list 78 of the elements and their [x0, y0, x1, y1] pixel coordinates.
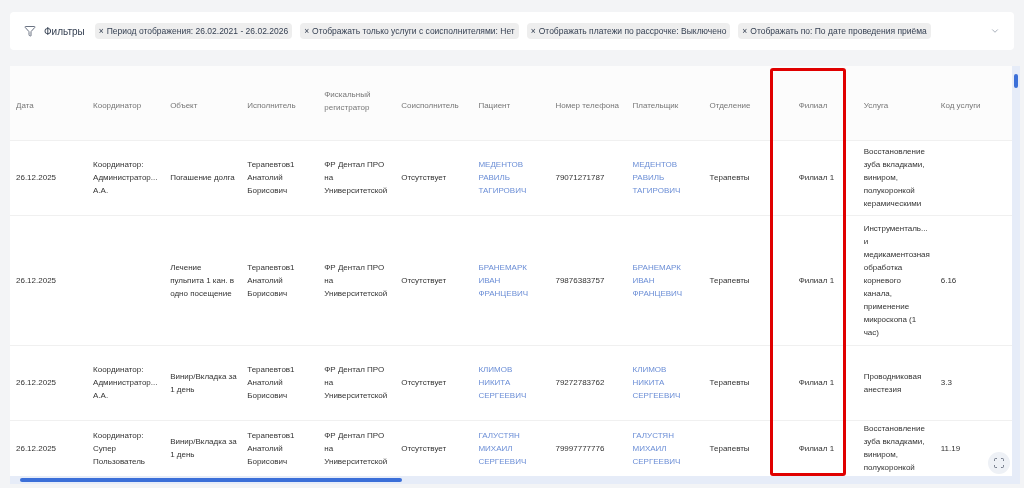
- column-header[interactable]: Отделение: [709, 98, 751, 112]
- table-cell-text: ФР Дентал ПРО на Университетской: [324, 429, 389, 468]
- filter-tag[interactable]: × Период отображения: 26.02.2021 - 26.02.2026: [94, 22, 293, 40]
- filter-tag[interactable]: × Отображать только услуги с соисполнителями: Нет: [300, 22, 519, 40]
- filter-tag[interactable]: × Отображать по: По дате проведения приёма: [738, 22, 931, 40]
- table-cell-text: Филиал 1: [797, 172, 836, 184]
- table-cell-text: Отсутствует: [401, 377, 448, 389]
- expand-chevron-icon[interactable]: [990, 26, 1000, 36]
- table-cell-text: ФР Дентал ПРО на Университетской: [324, 159, 389, 197]
- table-cell-text: Проводниковая анестезия: [863, 370, 923, 396]
- table-cell-text: Терапевты: [709, 172, 751, 184]
- remove-tag-icon[interactable]: ×: [742, 24, 748, 38]
- table-cell-text: 26.12.2025: [16, 377, 58, 389]
- table-cell-text: 26.12.2025: [16, 274, 58, 287]
- table-cell-text: 3.3: [940, 377, 953, 389]
- table-cell-text: Филиал 1: [797, 442, 836, 455]
- column-header[interactable]: Дата: [16, 98, 34, 112]
- person-link[interactable]: КЛИМОВ НИКИТА СЕРГЕЕВИЧ: [478, 363, 546, 402]
- table-cell-text: 26.12.2025: [16, 442, 58, 455]
- person-link[interactable]: ГАЛУСТЯН МИХАИЛ СЕРГЕЕВИЧ: [478, 428, 546, 468]
- column-header[interactable]: Объект: [170, 98, 198, 112]
- table-cell-text: Терапевтов1 Анатолий Борисович: [247, 429, 296, 468]
- horizontal-scrollbar[interactable]: [10, 476, 1020, 484]
- table-cell-text: Филиал 1: [797, 274, 836, 287]
- table-cell-text: Филиал 1: [797, 377, 836, 389]
- table-cell-text: 79272783762: [555, 377, 606, 389]
- table-cell-text: Отсутствует: [401, 274, 448, 287]
- filter-tag[interactable]: × Отображать платежи по рассрочке: Выключено: [526, 22, 731, 40]
- table-cell-text: Терапевты: [709, 274, 751, 287]
- person-link[interactable]: КЛИМОВ НИКИТА СЕРГЕЕВИЧ: [632, 363, 700, 402]
- table-cell-text: Лечение пульпита 1 кан. в одно посещение: [170, 261, 236, 300]
- table-cell-text: ФР Дентал ПРО на Университетской: [324, 261, 389, 300]
- table-cell-text: Отсутствует: [401, 442, 448, 455]
- column-header[interactable]: Фискальный регистратор: [324, 88, 392, 115]
- table-cell-text: 79997777776: [555, 442, 606, 455]
- table-cell-text: 79876383757: [555, 274, 606, 287]
- table-cell-text: Винир/Вкладка за 1 день: [170, 370, 238, 396]
- table-cell-text: Координатор: Администратор... А.А.: [93, 364, 159, 402]
- table-cell-text: Восстановление зуба вкладками, виниром, полукоронкой: [863, 423, 926, 474]
- table-cell-text: 11.19: [940, 442, 962, 455]
- person-link[interactable]: МЕДЕНТОВ РАВИЛЬ ТАГИРОВИЧ: [478, 158, 546, 197]
- column-header[interactable]: Координатор: [93, 98, 142, 112]
- table-cell-text: Погашение долга: [170, 172, 236, 184]
- remove-tag-icon[interactable]: ×: [304, 24, 310, 38]
- filters-label: Фильтры: [44, 24, 85, 39]
- filter-icon: [24, 25, 36, 37]
- remove-tag-icon[interactable]: ×: [530, 24, 536, 38]
- column-header[interactable]: Соисполнитель: [401, 98, 459, 112]
- table-cell-text: ФР Дентал ПРО на Университетской: [324, 364, 389, 402]
- table-cell-text: Отсутствует: [401, 172, 448, 184]
- person-link[interactable]: БРАНЕМАРК ИВАН ФРАНЦЕВИЧ: [478, 260, 546, 300]
- table-cell-text: Терапевты: [709, 377, 751, 389]
- table-cell-text: Инструменталь... и медикаментозная обработка корневого канала, применение микроскопа (1 час): [863, 222, 931, 339]
- column-header[interactable]: Плательщик: [632, 98, 679, 112]
- table-cell-text: Терапевтов1 Анатолий Борисович: [247, 364, 296, 402]
- person-link[interactable]: МЕДЕНТОВ РАВИЛЬ ТАГИРОВИЧ: [632, 158, 700, 197]
- column-header[interactable]: Пациент: [478, 98, 511, 112]
- table-cell-text: Терапевтов1 Анатолий Борисович: [247, 159, 296, 197]
- person-link[interactable]: БРАНЕМАРК ИВАН ФРАНЦЕВИЧ: [632, 260, 700, 300]
- table-cell-text: Координатор: Администратор... А.А.: [93, 159, 159, 197]
- person-link[interactable]: ГАЛУСТЯН МИХАИЛ СЕРГЕЕВИЧ: [632, 428, 700, 468]
- fullscreen-icon: [993, 457, 1005, 469]
- fullscreen-button[interactable]: [988, 452, 1010, 474]
- table-cell-text: 6.16: [940, 274, 958, 287]
- remove-tag-icon[interactable]: ×: [98, 24, 104, 38]
- column-header[interactable]: Код услуги: [940, 98, 981, 112]
- column-header[interactable]: Исполнитель: [247, 98, 296, 112]
- table-cell-text: Координатор: Супер Пользователь: [93, 429, 146, 468]
- table-cell-text: Винир/Вкладка за 1 день: [170, 436, 238, 461]
- table-cell-text: Терапевтов1 Анатолий Борисович: [247, 261, 296, 300]
- column-header[interactable]: Филиал: [786, 98, 828, 112]
- vertical-scrollbar[interactable]: [1012, 66, 1020, 476]
- table-cell-text: Терапевты: [709, 442, 751, 455]
- table-cell-text: 26.12.2025: [16, 172, 58, 184]
- table-cell-text: Восстановление зуба вкладками, виниром, полукоронкой керамическими: [863, 146, 926, 210]
- table-cell-text: 79071271787: [555, 172, 606, 184]
- column-header[interactable]: Номер телефона: [555, 98, 620, 112]
- column-header[interactable]: Услуга: [863, 98, 889, 112]
